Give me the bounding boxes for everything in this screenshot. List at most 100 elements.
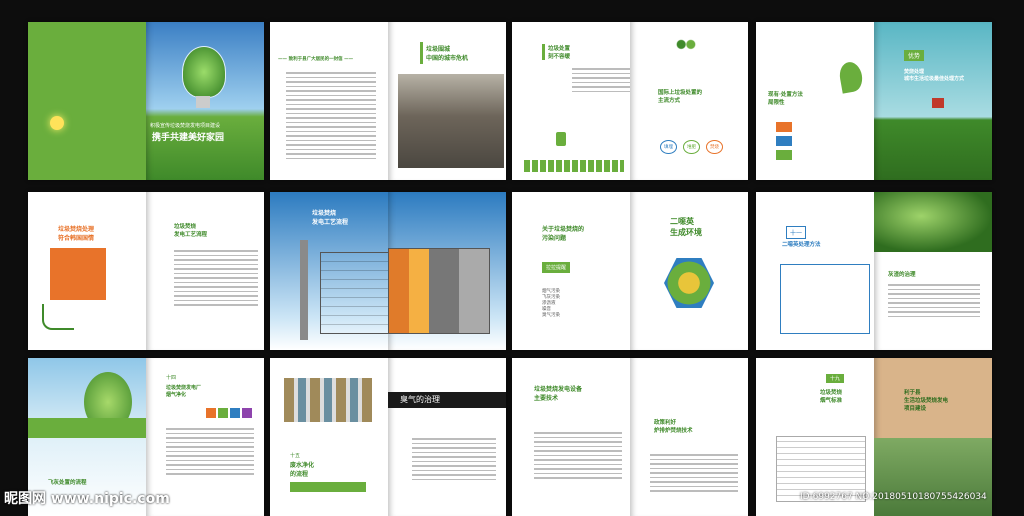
grass	[28, 418, 146, 438]
chimney	[300, 240, 308, 340]
leaf-icon	[837, 60, 865, 94]
blue-frame	[780, 264, 870, 334]
flue-gas-body	[166, 428, 254, 478]
page-process-intro: 垃圾焚烧 发电工艺流程	[146, 192, 264, 350]
urgent-body	[572, 68, 630, 95]
page-policy: 政策利好 炉排炉焚烧技术	[630, 358, 748, 516]
pollution-title: 关于垃圾焚烧的 污染问题	[542, 226, 585, 242]
urgent-title: 垃圾处置 刻不容缓	[548, 46, 571, 60]
hex-cluster	[664, 258, 714, 308]
option-landfill: 填埋	[660, 140, 677, 154]
spread-1: 积极宣传垃圾焚烧发电项目建设 携手共建美好家园	[28, 22, 264, 180]
spread-11: 垃圾焚烧发电设备 主要技术 政策利好 炉排炉焚烧技术	[512, 358, 748, 516]
page-methods: 国际上垃圾处置的 主流方式 填埋 堆肥 焚烧	[630, 22, 748, 180]
bulb-base	[196, 96, 210, 108]
chapter-num: 十九	[826, 374, 845, 383]
chapter-num: 十一	[786, 226, 807, 239]
advantage-tag: 优势	[904, 50, 925, 61]
trees-icon	[674, 36, 698, 50]
advantage-title: 焚烧处理 城市生活垃圾最佳处理方式	[904, 69, 965, 82]
page-letter: —— 致利于县广大居民的一封信 ——	[270, 22, 388, 180]
orange-box	[50, 248, 106, 300]
spread-7: 关于垃圾焚烧的 污染问题 拉拉提醒 烟气污染 飞灰污染 渗沥液 噪音 臭气污染 …	[512, 192, 748, 350]
page-national: 垃圾焚烧处理 符合韩国国情	[28, 192, 146, 350]
page-advantage: 优势 焚烧处理 城市生活垃圾最佳处理方式	[874, 22, 992, 180]
method-options: 填埋 堆肥 焚烧	[660, 140, 723, 154]
page-main-tech: 垃圾焚烧发电设备 主要技术	[512, 358, 630, 516]
dioxin-method-title: 二噁英处理方法	[782, 242, 821, 248]
cover-title: 携手共建美好家园	[152, 133, 225, 143]
plant-aerial-photo	[874, 438, 992, 516]
letter-header: —— 致利于县广大居民的一封信 ——	[278, 57, 354, 62]
methods-title: 国际上垃圾处置的 主流方式	[658, 90, 703, 104]
spread-4: 现有·处置方法 局限性 优势 焚烧处理 城市生活垃圾最佳处理方式	[756, 22, 992, 180]
policy-body	[650, 454, 738, 495]
cover-subtitle: 积极宣传垃圾焚烧发电项目建设	[150, 123, 221, 129]
wastewater-title: 废水净化 的流程	[290, 462, 315, 478]
plug-leaf-icon	[42, 304, 74, 330]
chapter-num: 十四	[166, 375, 177, 381]
watermark-left: 昵图网 www.nipic.com	[4, 491, 170, 507]
flue-gas-title: 垃圾焚烧发电厂 烟气净化	[166, 385, 202, 398]
option-incineration: 焚烧	[706, 140, 723, 154]
leaf-photo	[874, 192, 992, 252]
odor-body	[412, 438, 496, 483]
page-cover-front: 积极宣传垃圾焚烧发电项目建设 携手共建美好家园	[146, 22, 264, 180]
standard-title: 垃圾焚烧 烟气标准	[820, 390, 843, 404]
tree-bulb-icon	[182, 46, 226, 98]
garbage-photo	[398, 74, 504, 168]
page-crisis: 垃圾围城 中国的城市危机	[388, 22, 506, 180]
national-title: 垃圾焚烧处理 符合韩国国情	[58, 226, 95, 242]
green-bar	[420, 42, 423, 64]
spread-5: 垃圾焚烧处理 符合韩国国情 垃圾焚烧 发电工艺流程	[28, 192, 264, 350]
plant-diagram-right	[388, 248, 490, 334]
spread-10: 十五 废水净化 的流程 十六 臭气的治理	[270, 358, 506, 516]
process-intro-title: 垃圾焚烧 发电工艺流程	[174, 224, 208, 238]
main-tech-body	[534, 432, 622, 482]
page-wastewater: 十五 废水净化 的流程	[270, 358, 388, 516]
bullet-item: 臭气污染	[542, 313, 560, 318]
page-odor: 十六 臭气的治理	[388, 358, 506, 516]
plant-diagram-left	[320, 252, 388, 334]
page-pollution: 关于垃圾焚烧的 污染问题 拉拉提醒 烟气污染 飞灰污染 渗沥液 噪音 臭气污染	[512, 192, 630, 350]
limit-title: 现有·处置方法 局限性	[768, 92, 803, 106]
dioxin-env-title: 二噁英 生成环境	[670, 217, 702, 237]
green-bar	[542, 44, 545, 60]
crisis-title: 垃圾围城 中国的城市危机	[426, 46, 469, 62]
main-tech-title: 垃圾焚烧发电设备 主要技术	[534, 386, 583, 402]
chapter-num: 十六	[400, 383, 411, 389]
page-urgent: 垃圾处置 刻不容缓	[512, 22, 630, 180]
green-strip	[290, 482, 366, 492]
page-ash: 灰渣的治理	[874, 192, 992, 350]
page-plant-right	[388, 192, 506, 350]
plug-icon	[556, 132, 566, 146]
spread-6: 垃圾焚烧 发电工艺流程	[270, 192, 506, 350]
option-compost: 堆肥	[683, 140, 700, 154]
spread-3: 垃圾处置 刻不容缓 国际上垃圾处置的 主流方式 填埋 堆肥 焚烧	[512, 22, 748, 180]
ash-body	[888, 284, 980, 320]
limit-labels	[776, 122, 792, 160]
policy-title: 政策利好 炉排炉焚烧技术	[654, 420, 693, 434]
odor-title: 臭气的治理	[400, 395, 440, 404]
page-cover-back	[28, 22, 146, 180]
spread-2: —— 致利于县广大居民的一封信 —— 垃圾围城 中国的城市危机	[270, 22, 506, 180]
page-dioxin-env: 二噁英 生成环境	[630, 192, 748, 350]
plant-title: 垃圾焚烧 发电工艺流程	[312, 210, 349, 226]
watermark-right: ID:6992767 NO:20180510180755426034	[800, 492, 987, 502]
city-skyline	[524, 160, 624, 172]
lightbulb-icon	[50, 116, 64, 130]
chapter-num: 十五	[290, 453, 301, 459]
spread-8: 十一 二噁英处理方法 灰渣的治理	[756, 192, 992, 350]
process-intro-body	[174, 250, 258, 309]
color-tiles	[206, 408, 252, 418]
project-title: 利于县 生活垃圾焚烧发电 项目建设	[904, 390, 949, 412]
page-dioxin-method: 十一 二噁英处理方法	[756, 192, 874, 350]
barn-icon	[932, 98, 944, 108]
pollution-tag: 拉拉提醒	[542, 262, 571, 273]
letter-body	[286, 72, 376, 162]
flyash-title: 飞灰处置的流程	[48, 480, 87, 486]
ash-title: 灰渣的治理	[888, 272, 916, 278]
page-limitations: 现有·处置方法 局限性	[756, 22, 874, 180]
page-plant-left: 垃圾焚烧 发电工艺流程	[270, 192, 388, 350]
wastewater-diagram	[284, 378, 372, 422]
